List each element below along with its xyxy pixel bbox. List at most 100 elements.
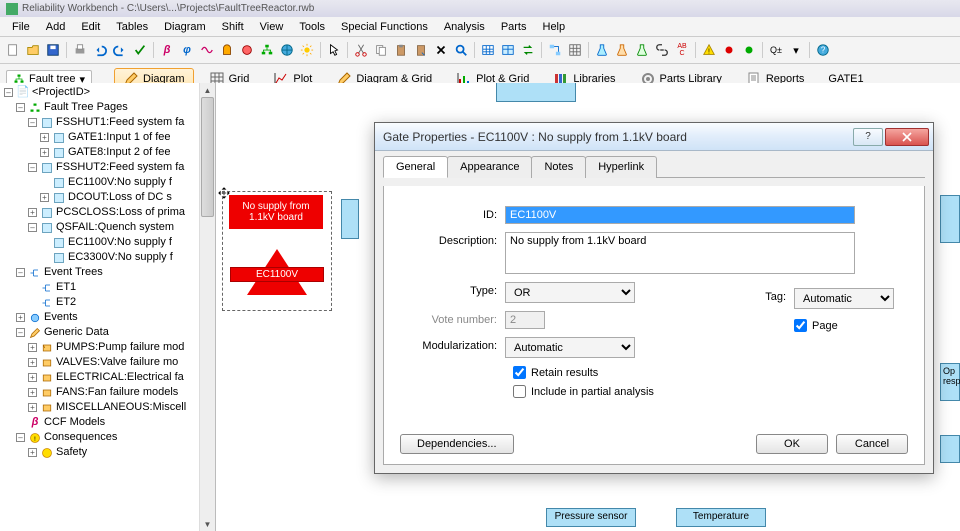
canvas-op-box[interactable]: Op resp xyxy=(940,363,960,401)
check-icon[interactable] xyxy=(131,41,149,59)
zoom-icon[interactable]: Q± xyxy=(767,41,785,59)
close-button[interactable] xyxy=(885,128,929,146)
event-icon[interactable] xyxy=(238,41,256,59)
scroll-thumb[interactable] xyxy=(201,97,214,217)
help-button[interactable]: ? xyxy=(853,128,883,146)
ok-button[interactable]: OK xyxy=(756,434,828,454)
canvas-pressure-box[interactable]: Pressure sensor xyxy=(546,508,636,527)
dependencies-button[interactable]: Dependencies... xyxy=(400,434,514,454)
menu-analysis[interactable]: Analysis xyxy=(436,21,493,33)
tree-ec3300v[interactable]: EC3300V:No supply f xyxy=(4,250,215,265)
modularization-select[interactable]: Automatic xyxy=(505,337,635,358)
redo-icon[interactable] xyxy=(111,41,129,59)
canvas-top-gate[interactable] xyxy=(496,83,576,102)
undo-icon[interactable] xyxy=(91,41,109,59)
help-icon[interactable]: ? xyxy=(814,41,832,59)
new-icon[interactable] xyxy=(4,41,22,59)
table2-icon[interactable] xyxy=(499,41,517,59)
warning-icon[interactable]: ! xyxy=(700,41,718,59)
scroll-up-icon[interactable]: ▲ xyxy=(200,83,215,97)
grid-icon[interactable] xyxy=(566,41,584,59)
cut-icon[interactable] xyxy=(352,41,370,59)
tree-gate1[interactable]: +GATE1:Input 1 of fee xyxy=(4,130,215,145)
cancel-button[interactable]: Cancel xyxy=(836,434,908,454)
id-input[interactable] xyxy=(505,206,855,224)
menu-view[interactable]: View xyxy=(252,21,292,33)
tree-root[interactable]: –📄<ProjectID> xyxy=(4,85,215,100)
tree-et1[interactable]: ET1 xyxy=(4,280,215,295)
delete-icon[interactable] xyxy=(432,41,450,59)
paste-special-icon[interactable] xyxy=(412,41,430,59)
include-partial-checkbox[interactable]: Include in partial analysis xyxy=(513,385,908,398)
tree-icon[interactable] xyxy=(258,41,276,59)
tree-ec1100v-b[interactable]: EC1100V:No supply f xyxy=(4,235,215,250)
tab-notes[interactable]: Notes xyxy=(531,156,586,178)
selected-gate-block[interactable]: No supply from 1.1kV board EC1100V xyxy=(222,191,332,311)
flask2-icon[interactable] xyxy=(613,41,631,59)
tree-safety[interactable]: +Safety xyxy=(4,445,215,460)
menu-diagram[interactable]: Diagram xyxy=(156,21,214,33)
tree-generic-data[interactable]: –Generic Data xyxy=(4,325,215,340)
dot-green-icon[interactable] xyxy=(740,41,758,59)
canvas-child-box-2[interactable] xyxy=(940,195,960,243)
menu-edit[interactable]: Edit xyxy=(73,21,108,33)
canvas-temperature-box[interactable]: Temperature xyxy=(676,508,766,527)
save-icon[interactable] xyxy=(44,41,62,59)
tree-ec1100v-a[interactable]: EC1100V:No supply f xyxy=(4,175,215,190)
beta-icon[interactable]: β xyxy=(158,41,176,59)
link-icon[interactable] xyxy=(653,41,671,59)
dot-red-icon[interactable] xyxy=(720,41,738,59)
description-input[interactable]: No supply from 1.1kV board xyxy=(505,232,855,274)
diagram-icon[interactable] xyxy=(546,41,564,59)
tree-ccf-models[interactable]: βCCF Models xyxy=(4,415,215,430)
type-select[interactable]: OR xyxy=(505,282,635,303)
find-icon[interactable] xyxy=(452,41,470,59)
flask-icon[interactable] xyxy=(593,41,611,59)
phi-icon[interactable]: φ xyxy=(178,41,196,59)
tree-event-trees[interactable]: –Event Trees xyxy=(4,265,215,280)
menu-tables[interactable]: Tables xyxy=(108,21,156,33)
menu-help[interactable]: Help xyxy=(535,21,574,33)
open-icon[interactable] xyxy=(24,41,42,59)
sun-icon[interactable] xyxy=(298,41,316,59)
flask3-icon[interactable] xyxy=(633,41,651,59)
tree-fans[interactable]: +FANS:Fan failure models xyxy=(4,385,215,400)
tree-misc[interactable]: +MISCELLANEOUS:Miscell xyxy=(4,400,215,415)
retain-results-checkbox[interactable]: Retain results xyxy=(513,366,908,379)
dialog-titlebar[interactable]: Gate Properties - EC1100V : No supply fr… xyxy=(375,123,933,151)
globe-icon[interactable] xyxy=(278,41,296,59)
gate-icon[interactable] xyxy=(218,41,236,59)
tab-general[interactable]: General xyxy=(383,156,448,178)
tree-electrical[interactable]: +ELECTRICAL:Electrical fa xyxy=(4,370,215,385)
tree-qsfail[interactable]: –QSFAIL:Quench system xyxy=(4,220,215,235)
tree-fsshut1[interactable]: –FSSHUT1:Feed system fa xyxy=(4,115,215,130)
table-icon[interactable] xyxy=(479,41,497,59)
tree-consequences[interactable]: –!Consequences xyxy=(4,430,215,445)
tree-pumps[interactable]: +PUMPS:Pump failure mod xyxy=(4,340,215,355)
copy-icon[interactable] xyxy=(372,41,390,59)
chevron-down-icon[interactable]: ▾ xyxy=(787,41,805,59)
swap-icon[interactable] xyxy=(519,41,537,59)
tab-appearance[interactable]: Appearance xyxy=(447,156,532,178)
menu-file[interactable]: File xyxy=(4,21,38,33)
tree-events[interactable]: +Events xyxy=(4,310,215,325)
menu-add[interactable]: Add xyxy=(38,21,74,33)
tab-hyperlink[interactable]: Hyperlink xyxy=(585,156,657,178)
tree-fsshut2[interactable]: –FSSHUT2:Feed system fa xyxy=(4,160,215,175)
abc-icon[interactable]: ABC xyxy=(673,41,691,59)
scroll-down-icon[interactable]: ▼ xyxy=(200,517,215,531)
menu-shift[interactable]: Shift xyxy=(214,21,252,33)
menu-special-functions[interactable]: Special Functions xyxy=(333,21,436,33)
menu-parts[interactable]: Parts xyxy=(493,21,535,33)
tree-valves[interactable]: +VALVES:Valve failure mo xyxy=(4,355,215,370)
canvas-child-box-4[interactable] xyxy=(940,435,960,463)
tree-pcscloss[interactable]: +PCSCLOSS:Loss of prima xyxy=(4,205,215,220)
tree-fault-tree-pages[interactable]: –Fault Tree Pages xyxy=(4,100,215,115)
paste-icon[interactable] xyxy=(392,41,410,59)
page-checkbox[interactable]: Page xyxy=(794,319,904,332)
print-icon[interactable] xyxy=(71,41,89,59)
wave-icon[interactable] xyxy=(198,41,216,59)
sidebar-scrollbar[interactable]: ▲ ▼ xyxy=(199,83,215,531)
tree-dcout[interactable]: +DCOUT:Loss of DC s xyxy=(4,190,215,205)
menu-tools[interactable]: Tools xyxy=(291,21,333,33)
